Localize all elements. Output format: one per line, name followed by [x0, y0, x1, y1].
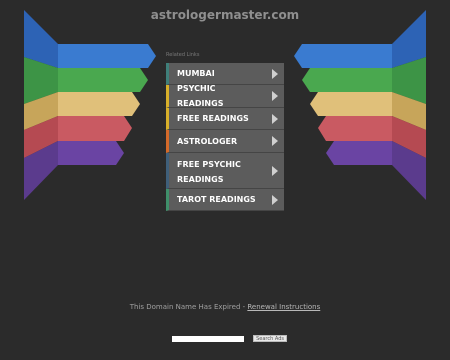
expired-text: This Domain Name Has Expired -	[129, 303, 248, 311]
search-form: Search Ads	[172, 328, 287, 347]
menu-item-free-psychic-readings[interactable]: FREE PSYCHIC READINGS	[166, 153, 284, 189]
menu-item-astrologer[interactable]: ASTROLOGER	[166, 130, 284, 153]
menu-item-label: FREE READINGS	[177, 114, 249, 123]
menu-item-label: FREE PSYCHIC READINGS	[177, 159, 241, 184]
menu-item-label: MUMBAI	[177, 69, 215, 78]
play-arrow-icon	[272, 91, 278, 101]
play-arrow-icon	[272, 68, 278, 79]
search-input[interactable]	[172, 335, 244, 342]
menu-item-tarot-readings[interactable]: TAROT READINGS	[166, 189, 284, 211]
related-links-menu: MUMBAI PSYCHIC READINGS FREE READINGS AS…	[166, 63, 284, 211]
menu-item-psychic-readings[interactable]: PSYCHIC READINGS	[166, 84, 284, 108]
play-arrow-icon	[272, 165, 278, 176]
expired-notice: This Domain Name Has Expired - Renewal I…	[0, 303, 450, 311]
search-ads-button[interactable]: Search Ads	[253, 335, 287, 342]
play-arrow-icon	[272, 136, 278, 146]
left-wing	[24, 10, 156, 200]
menu-item-label: TAROT READINGS	[177, 195, 256, 204]
play-arrow-icon	[272, 194, 278, 205]
right-wing	[294, 10, 426, 200]
renewal-instructions-link[interactable]: Renewal Instructions	[247, 303, 320, 311]
related-links-label: Related Links	[166, 52, 200, 58]
play-arrow-icon	[272, 113, 278, 124]
menu-item-label: ASTROLOGER	[177, 136, 238, 146]
menu-item-label: PSYCHIC READINGS	[177, 84, 224, 108]
menu-item-free-readings[interactable]: FREE READINGS	[166, 108, 284, 130]
